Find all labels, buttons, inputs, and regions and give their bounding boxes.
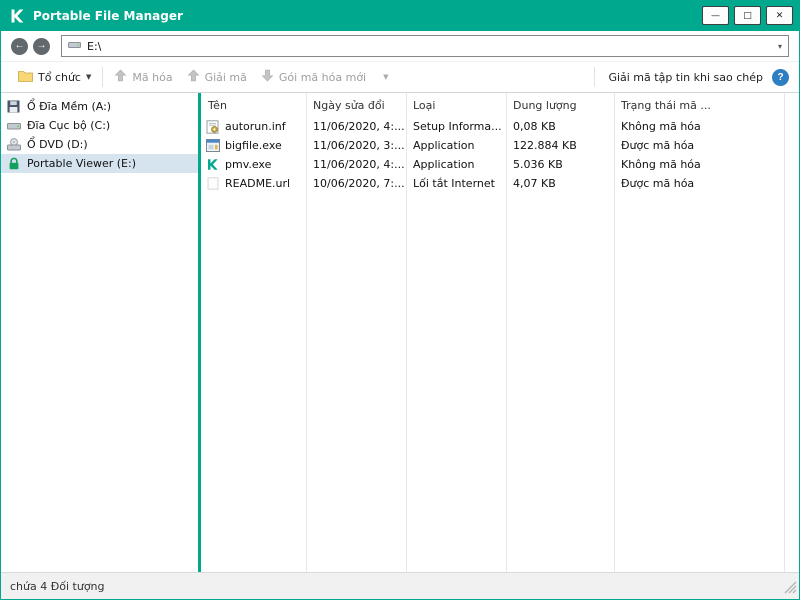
drive-icon xyxy=(68,39,81,53)
file-row-pmv[interactable]: pmv.exe 11/06/2020, 4:... Application 5.… xyxy=(201,155,799,174)
file-row-readme[interactable]: README.url 10/06/2020, 7:... Lối tắt Int… xyxy=(201,174,799,193)
column-header-status[interactable]: Trạng thái mã ... xyxy=(614,99,784,112)
dvd-drive-icon xyxy=(6,138,21,151)
window-controls: — □ ✕ xyxy=(702,6,793,25)
decrypt-arrow-up-icon xyxy=(187,69,200,85)
list-header: Tên Ngày sửa đổi Loại Dung lượng Trạng t… xyxy=(201,93,799,117)
url-file-icon xyxy=(205,177,220,190)
file-row-autorun[interactable]: autorun.inf 11/06/2020, 4:... Setup Info… xyxy=(201,117,799,136)
window-title: Portable File Manager xyxy=(33,9,183,23)
address-text: E:\ xyxy=(87,39,102,53)
decrypt-button[interactable]: Giải mã xyxy=(180,64,254,90)
help-icon[interactable]: ? xyxy=(772,68,789,86)
address-bar[interactable]: E:\ ▾ xyxy=(61,35,789,57)
application-file-icon xyxy=(205,139,220,152)
folder-icon xyxy=(18,70,33,85)
resize-grip-icon[interactable] xyxy=(784,581,797,597)
column-header-date[interactable]: Ngày sửa đổi xyxy=(306,99,406,112)
lock-icon xyxy=(6,157,21,170)
kaspersky-app-icon xyxy=(205,158,220,171)
column-header-type[interactable]: Loại xyxy=(406,99,506,112)
maximize-button[interactable]: □ xyxy=(734,6,761,25)
file-list: Tên Ngày sửa đổi Loại Dung lượng Trạng t… xyxy=(201,93,799,572)
toolbar-separator xyxy=(102,67,104,87)
close-button[interactable]: ✕ xyxy=(766,6,793,25)
sidebar-item-local-disk-c[interactable]: Đĩa Cục bộ (C:) xyxy=(1,116,198,135)
floppy-icon xyxy=(6,100,21,113)
minimize-button[interactable]: — xyxy=(702,6,729,25)
content-area: Ổ Đĩa Mềm (A:) Đĩa Cục bộ (C:) Ổ DVD (D:… xyxy=(1,93,799,572)
encrypt-arrow-up-icon xyxy=(114,69,127,85)
status-text: chứa 4 Đối tượng xyxy=(10,579,105,593)
package-arrow-down-icon xyxy=(261,69,274,85)
encrypt-button[interactable]: Mã hóa xyxy=(107,64,179,90)
titlebar: Portable File Manager — □ ✕ xyxy=(1,1,799,31)
status-bar: chứa 4 Đối tượng xyxy=(1,572,799,599)
sidebar-item-floppy-a[interactable]: Ổ Đĩa Mềm (A:) xyxy=(1,97,198,116)
navigation-bar: ← → E:\ ▾ xyxy=(1,31,799,61)
sidebar-item-dvd-d[interactable]: Ổ DVD (D:) xyxy=(1,135,198,154)
toolbar: Tổ chức ▼ Mã hóa Giải mã Gói mã hóa mới … xyxy=(1,61,799,93)
hard-drive-icon xyxy=(6,120,21,132)
toolbar-separator xyxy=(594,67,596,87)
portable-file-manager-window: Portable File Manager — □ ✕ ← → E:\ ▾ Tổ… xyxy=(0,0,800,600)
new-encrypted-package-button[interactable]: Gói mã hóa mới ▼ xyxy=(254,64,396,90)
kaspersky-logo-icon xyxy=(9,8,25,24)
forward-button[interactable]: → xyxy=(33,37,50,55)
column-header-size[interactable]: Dung lượng xyxy=(506,99,614,112)
setup-file-icon xyxy=(205,119,220,134)
organize-button[interactable]: Tổ chức ▼ xyxy=(11,64,98,90)
file-row-bigfile[interactable]: bigfile.exe 11/06/2020, 3:... Applicatio… xyxy=(201,136,799,155)
sidebar-item-portable-viewer-e[interactable]: Portable Viewer (E:) xyxy=(1,154,198,173)
drive-tree: Ổ Đĩa Mềm (A:) Đĩa Cục bộ (C:) Ổ DVD (D:… xyxy=(1,93,198,572)
package-dropdown-icon[interactable]: ▼ xyxy=(383,73,388,81)
toolbar-right-group: Giải mã tập tin khi sao chép ? xyxy=(590,67,789,87)
decrypt-on-copy-label: Giải mã tập tin khi sao chép xyxy=(608,70,763,84)
organize-dropdown-icon: ▼ xyxy=(86,73,92,81)
back-button[interactable]: ← xyxy=(11,37,28,55)
address-dropdown-icon[interactable]: ▾ xyxy=(778,42,782,51)
column-header-name[interactable]: Tên xyxy=(201,99,306,112)
